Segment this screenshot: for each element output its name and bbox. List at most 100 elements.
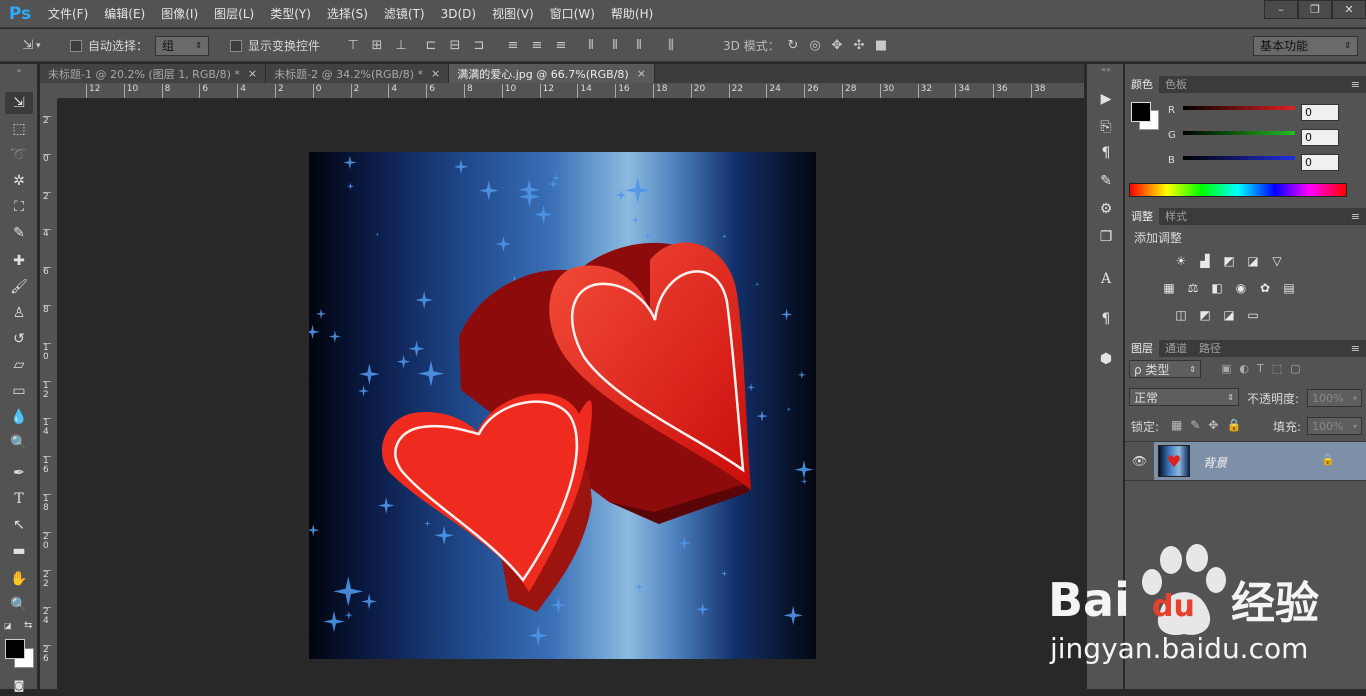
menu-window[interactable]: 窗口(W) <box>542 0 603 28</box>
properties-icon[interactable]: ⚙ <box>1095 198 1117 220</box>
tab-channels[interactable]: 通道 <box>1159 340 1193 357</box>
lock-icons[interactable]: ▦✎✥🔒 <box>1171 418 1249 432</box>
align-left-icon[interactable]: ⊏ <box>423 38 439 53</box>
hue-saturation-icon[interactable]: ▦ <box>1161 281 1177 295</box>
default-colors-icon[interactable]: ◪ <box>4 621 14 631</box>
show-transform-checkbox[interactable] <box>230 39 242 52</box>
path-selection-tool-icon[interactable]: ↖ <box>5 514 33 536</box>
tab-hearts-jpg[interactable]: 满满的爱心.jpg @ 66.7%(RGB/8) × <box>449 64 655 83</box>
menu-select[interactable]: 选择(S) <box>319 0 376 28</box>
auto-select-checkbox[interactable] <box>70 39 82 52</box>
lasso-tool-icon[interactable]: ➰ <box>5 144 33 166</box>
healing-brush-tool-icon[interactable]: ✚ <box>5 250 33 272</box>
panel-menu-icon[interactable]: ≡ <box>1345 76 1366 93</box>
menu-view[interactable]: 视图(V) <box>484 0 542 28</box>
close-icon[interactable]: × <box>431 67 440 80</box>
tab-layers[interactable]: 图层 <box>1125 340 1159 357</box>
levels-icon[interactable]: ▟ <box>1197 254 1213 268</box>
menu-edit[interactable]: 编辑(E) <box>96 0 153 28</box>
layer-name[interactable]: 背景 <box>1203 454 1227 471</box>
distribute-left-icon[interactable]: ⫴ <box>583 38 599 53</box>
dodge-tool-icon[interactable]: 🔍 <box>5 432 33 454</box>
distribute-right-icon[interactable]: ⫴ <box>631 38 647 53</box>
tab-adjustments[interactable]: 调整 <box>1125 208 1159 225</box>
curves-icon[interactable]: ◩ <box>1221 254 1237 268</box>
tab-styles[interactable]: 样式 <box>1159 208 1193 225</box>
workspace-dropdown[interactable]: 基本功能 ⇕ <box>1253 35 1358 56</box>
type-tool-icon[interactable]: T <box>5 488 33 510</box>
brush-presets-icon[interactable]: ✎ <box>1095 170 1117 192</box>
blur-tool-icon[interactable]: 💧 <box>5 406 33 428</box>
panel-menu-icon[interactable]: ≡ <box>1345 340 1366 357</box>
menu-filter[interactable]: 滤镜(T) <box>376 0 433 28</box>
3d-scale-icon[interactable]: ■ <box>873 38 889 53</box>
distribute-vcenter-icon[interactable]: ≡ <box>529 38 545 53</box>
3d-roll-icon[interactable]: ◎ <box>807 38 823 53</box>
paragraph-icon[interactable]: ¶ <box>1095 142 1117 164</box>
layer-filter-icons[interactable]: ▣◐T⬚▢ <box>1221 362 1309 375</box>
opacity-input[interactable]: 100% ▾ <box>1307 389 1362 407</box>
align-right-icon[interactable]: ⊐ <box>471 38 487 53</box>
horizontal-ruler[interactable]: 12 10 8 6 4 2 0 2 4 6 8 10 12 14 16 18 20 22 24 26 28 30 32 34 3… <box>58 83 1084 99</box>
history-brush-tool-icon[interactable]: ↺ <box>5 328 33 350</box>
eraser-tool-icon[interactable]: ▱ <box>5 354 33 376</box>
vibrance-icon[interactable]: ▽ <box>1269 254 1285 268</box>
channel-r-value[interactable]: 0 <box>1301 104 1339 121</box>
posterize-icon[interactable]: ◩ <box>1197 308 1213 322</box>
close-button[interactable]: ✕ <box>1332 0 1366 19</box>
tab-color[interactable]: 颜色 <box>1125 76 1159 93</box>
brush-tool-icon[interactable]: 🖌 <box>5 276 33 298</box>
threshold-icon[interactable]: ◪ <box>1221 308 1237 322</box>
clone-source-icon[interactable]: ❐ <box>1095 226 1117 248</box>
3d-rotate-icon[interactable]: ↻ <box>785 38 801 53</box>
quick-mask-icon[interactable]: ◙ <box>5 674 33 696</box>
tab-untitled-2[interactable]: 未标题-2 @ 34.2%(RGB/8) * × <box>266 64 450 83</box>
align-hcenter-icon[interactable]: ⊟ <box>447 38 463 53</box>
pen-tool-icon[interactable]: ✒ <box>5 462 33 484</box>
tab-swatches[interactable]: 色板 <box>1159 76 1193 93</box>
align-top-icon[interactable]: ⊤ <box>345 38 361 53</box>
menu-layer[interactable]: 图层(L) <box>206 0 262 28</box>
eyedropper-tool-icon[interactable]: ✎ <box>5 222 33 244</box>
collapse-icon[interactable]: » <box>5 66 33 75</box>
hand-tool-icon[interactable]: ✋ <box>5 568 33 590</box>
3d-icon[interactable]: ⬢ <box>1095 348 1117 370</box>
layer-filter-dropdown[interactable]: ρ 类型 ⇕ <box>1129 360 1201 378</box>
marquee-tool-icon[interactable]: ⬚ <box>5 118 33 140</box>
fill-input[interactable]: 100% ▾ <box>1307 417 1362 435</box>
menu-image[interactable]: 图像(I) <box>153 0 206 28</box>
channel-g-value[interactable]: 0 <box>1301 129 1339 146</box>
auto-select-dropdown[interactable]: 组 ⇕ <box>155 35 209 56</box>
swap-colors-icon[interactable]: ⇆ <box>24 620 32 631</box>
brightness-icon[interactable]: ☀ <box>1173 254 1189 268</box>
play-icon[interactable]: ▶ <box>1095 88 1117 110</box>
distribute-bottom-icon[interactable]: ≡ <box>553 38 569 53</box>
close-icon[interactable]: × <box>248 67 257 80</box>
tab-untitled-1[interactable]: 未标题-1 @ 20.2% (图层 1, RGB/8) * × <box>40 64 267 83</box>
eye-icon[interactable]: 👁 <box>1125 442 1154 480</box>
collapse-icon[interactable]: «« <box>1095 64 1117 74</box>
channel-g-slider[interactable] <box>1183 131 1295 135</box>
black-white-icon[interactable]: ◧ <box>1209 281 1225 295</box>
align-bottom-icon[interactable]: ⊥ <box>393 38 409 53</box>
3d-drag-icon[interactable]: ✥ <box>829 38 845 53</box>
crop-tool-icon[interactable]: ⛶ <box>5 196 33 218</box>
move-tool-icon[interactable]: ⇲ <box>5 92 33 114</box>
menu-3d[interactable]: 3D(D) <box>433 0 484 28</box>
channel-b-value[interactable]: 0 <box>1301 154 1339 171</box>
character-icon[interactable]: A <box>1095 268 1117 290</box>
gradient-tool-icon[interactable]: ▭ <box>5 380 33 402</box>
menu-type[interactable]: 类型(Y) <box>262 0 319 28</box>
layer-row-background[interactable]: 👁 ♥ 背景 🔒 <box>1125 441 1366 481</box>
align-vcenter-icon[interactable]: ⊞ <box>369 38 385 53</box>
color-foreground-swatch[interactable] <box>1131 102 1151 122</box>
restore-button[interactable]: ❐ <box>1298 0 1332 19</box>
channel-mixer-icon[interactable]: ✿ <box>1257 281 1273 295</box>
paragraph-styles-icon[interactable]: ¶ <box>1095 308 1117 330</box>
close-icon[interactable]: × <box>637 67 646 80</box>
distribute-top-icon[interactable]: ≡ <box>505 38 521 53</box>
channel-r-slider[interactable] <box>1183 106 1295 110</box>
menu-file[interactable]: 文件(F) <box>40 0 96 28</box>
panel-menu-icon[interactable]: ≡ <box>1345 208 1366 225</box>
gradient-map-icon[interactable]: ▭ <box>1245 308 1261 322</box>
